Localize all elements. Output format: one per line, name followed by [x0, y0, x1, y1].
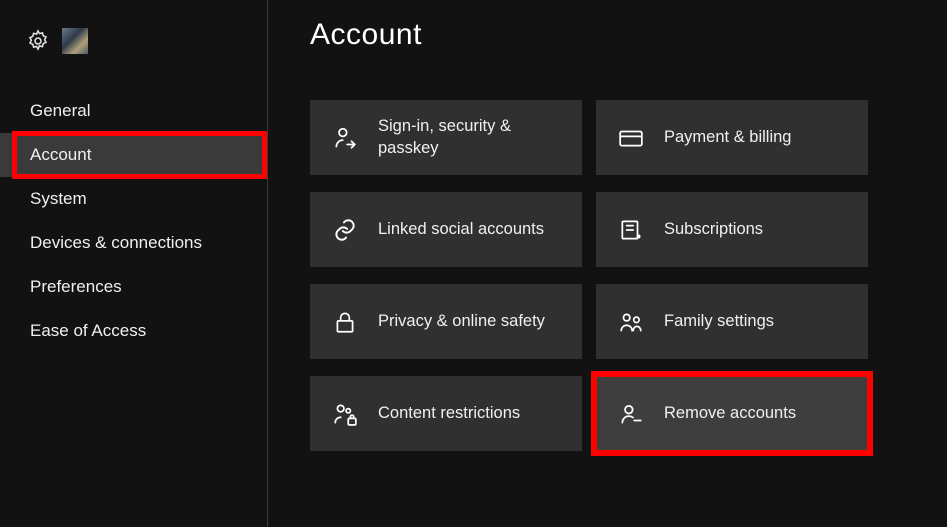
sidebar-item-label: Ease of Access — [30, 321, 146, 340]
tile-family-settings[interactable]: Family settings — [596, 284, 868, 359]
sidebar-item-account[interactable]: Account — [0, 133, 267, 177]
tile-label: Sign-in, security & passkey — [378, 116, 564, 159]
tile-linked-social[interactable]: Linked social accounts — [310, 192, 582, 267]
avatar[interactable] — [62, 28, 88, 54]
tile-label: Subscriptions — [664, 219, 763, 240]
card-icon — [618, 125, 644, 151]
tile-subscriptions[interactable]: Subscriptions — [596, 192, 868, 267]
tile-signin-security[interactable]: Sign-in, security & passkey — [310, 100, 582, 175]
tile-label: Family settings — [664, 311, 774, 332]
tile-remove-accounts[interactable]: Remove accounts — [596, 376, 868, 451]
person-remove-icon — [618, 401, 644, 427]
sidebar-item-label: Account — [30, 145, 91, 164]
tile-label: Linked social accounts — [378, 219, 544, 240]
sidebar-item-label: Preferences — [30, 277, 122, 296]
receipt-icon — [618, 217, 644, 243]
tile-remove-accounts-highlight: Remove accounts — [596, 376, 868, 451]
account-tile-grid: Sign-in, security & passkey Payment & bi… — [310, 100, 927, 451]
gear-icon — [26, 29, 50, 53]
main-content: Account Sign-in, security & passkey P — [268, 0, 947, 527]
sidebar-item-general[interactable]: General — [0, 89, 267, 133]
link-icon — [332, 217, 358, 243]
sidebar-item-label: System — [30, 189, 87, 208]
tile-content-restrictions[interactable]: Content restrictions — [310, 376, 582, 451]
lock-icon — [332, 309, 358, 335]
sidebar-header — [0, 20, 267, 89]
sidebar-item-devices-connections[interactable]: Devices & connections — [0, 221, 267, 265]
sidebar-item-ease-of-access[interactable]: Ease of Access — [0, 309, 267, 353]
person-arrow-icon — [332, 125, 358, 151]
tile-label: Privacy & online safety — [378, 311, 545, 332]
family-icon — [618, 309, 644, 335]
sidebar-item-account-highlight: Account — [0, 133, 267, 177]
tile-label: Payment & billing — [664, 127, 791, 148]
sidebar-item-system[interactable]: System — [0, 177, 267, 221]
sidebar-item-label: Devices & connections — [30, 233, 202, 252]
settings-sidebar: General Account System Devices & connect… — [0, 0, 268, 527]
tile-payment-billing[interactable]: Payment & billing — [596, 100, 868, 175]
people-lock-icon — [332, 401, 358, 427]
sidebar-item-label: General — [30, 101, 90, 120]
page-title: Account — [310, 18, 927, 52]
tile-label: Remove accounts — [664, 403, 796, 424]
sidebar-item-preferences[interactable]: Preferences — [0, 265, 267, 309]
tile-privacy-safety[interactable]: Privacy & online safety — [310, 284, 582, 359]
tile-label: Content restrictions — [378, 403, 520, 424]
